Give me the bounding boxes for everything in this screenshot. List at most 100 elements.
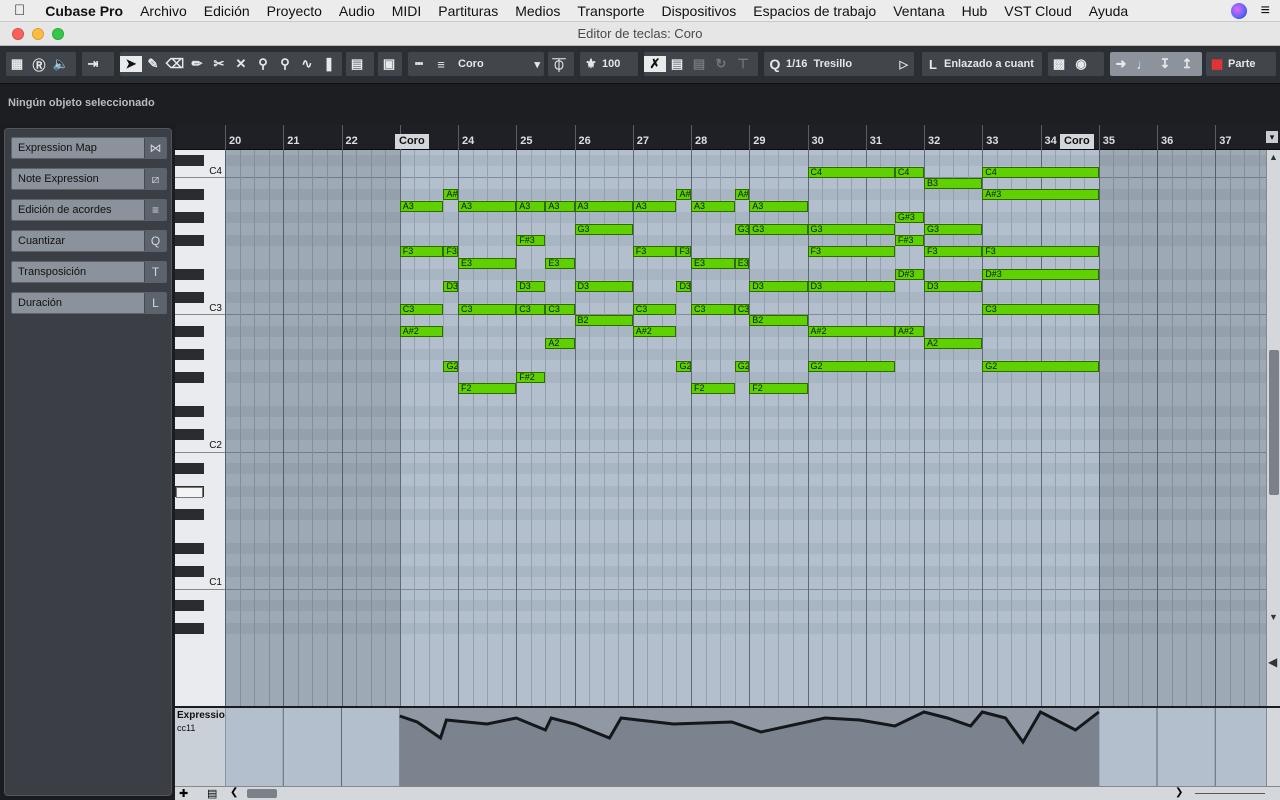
menu-audio[interactable]: Audio xyxy=(339,3,375,19)
scroll-left-icon[interactable]: ❮ xyxy=(230,787,238,798)
controller-lane-header[interactable]: Expressio cc11 xyxy=(175,708,225,786)
midi-note[interactable]: B3 xyxy=(924,177,983,189)
midi-note[interactable]: F2 xyxy=(458,383,517,395)
quantize-section[interactable]: Cuantizar Q xyxy=(11,230,167,252)
close-window-button[interactable] xyxy=(12,28,24,40)
midi-note[interactable]: A#3 xyxy=(734,189,750,201)
midi-note[interactable]: B2 xyxy=(574,314,633,326)
midi-note[interactable]: A3 xyxy=(574,200,633,212)
midi-note[interactable]: G3 xyxy=(807,223,895,235)
midi-note[interactable]: F3 xyxy=(982,246,1099,258)
midi-note[interactable]: G2 xyxy=(734,360,750,372)
midi-note[interactable]: A#3 xyxy=(982,189,1099,201)
trim-tool-icon[interactable]: ✏ xyxy=(186,56,208,72)
nudge-up-icon[interactable]: ↥ xyxy=(1176,56,1198,72)
menu-vst-cloud[interactable]: VST Cloud xyxy=(1004,3,1071,19)
apple-menu-icon[interactable]:  xyxy=(14,2,25,19)
midi-note[interactable]: D3 xyxy=(924,280,983,292)
black-key[interactable] xyxy=(175,462,204,474)
solo-editor-icon[interactable]: Ⓡ xyxy=(28,55,50,74)
note-icon[interactable]: ♩ xyxy=(1132,57,1154,72)
lane-presets-icon[interactable]: ▤ xyxy=(207,787,217,800)
draw-tool-icon[interactable]: ✎ xyxy=(142,56,164,72)
midi-note[interactable]: F#3 xyxy=(516,235,546,247)
midi-note[interactable]: A#2 xyxy=(807,326,895,338)
black-key[interactable] xyxy=(175,154,204,166)
part-dropdown-icon[interactable]: ▾ xyxy=(534,58,540,71)
marker-coro-end[interactable]: Coro xyxy=(1060,134,1094,149)
midi-note[interactable]: A#2 xyxy=(399,326,444,338)
menu-ayuda[interactable]: Ayuda xyxy=(1089,3,1128,19)
midi-note[interactable]: C3 xyxy=(458,303,517,315)
midi-note[interactable]: A#2 xyxy=(894,326,924,338)
marker-coro-start[interactable]: Coro xyxy=(395,134,429,149)
quantize-button[interactable]: Q xyxy=(764,56,786,72)
midi-note[interactable]: D#3 xyxy=(982,269,1099,281)
midi-note[interactable]: F#2 xyxy=(516,372,546,384)
quantize-apply-icon[interactable]: ▷ xyxy=(900,58,908,71)
black-key[interactable] xyxy=(175,542,204,554)
snap-type-icon[interactable]: ⊤ xyxy=(732,56,754,72)
midi-note[interactable]: G3 xyxy=(574,223,633,235)
midi-note[interactable]: A#3 xyxy=(443,189,458,201)
midi-note[interactable]: E3 xyxy=(545,257,575,269)
line-tool-icon[interactable]: ∿ xyxy=(296,56,318,72)
add-lane-icon[interactable]: ✚ xyxy=(179,787,188,800)
part-selector[interactable]: Coro xyxy=(458,58,534,70)
black-key[interactable] xyxy=(175,291,204,303)
midi-note[interactable]: E3 xyxy=(734,257,750,269)
horizontal-zoom-slider[interactable] xyxy=(1195,793,1265,794)
midi-note[interactable]: C3 xyxy=(545,303,575,315)
menu-midi[interactable]: MIDI xyxy=(392,3,422,19)
control-center-icon[interactable]: ≡ xyxy=(1261,2,1270,20)
black-key[interactable] xyxy=(175,508,204,520)
piano-keyboard[interactable]: C4 C3 C2 C1 xyxy=(175,150,225,706)
chord-editing-section[interactable]: Edición de acordes ≡ xyxy=(11,199,167,221)
midi-note[interactable]: F3 xyxy=(632,246,677,258)
black-key[interactable] xyxy=(175,325,204,337)
midi-note[interactable]: C3 xyxy=(632,303,677,315)
midi-note[interactable]: A3 xyxy=(458,200,517,212)
midi-note[interactable]: D3 xyxy=(676,280,691,292)
black-key[interactable] xyxy=(175,211,204,223)
black-key[interactable] xyxy=(175,268,204,280)
midi-note[interactable]: G2 xyxy=(982,360,1099,372)
quantize-preset-selector[interactable]: 1/16 Tresillo xyxy=(786,58,900,70)
glue-tool-icon[interactable]: ⚲ xyxy=(252,56,274,72)
snap-grid-icon[interactable]: ▤ xyxy=(666,56,688,72)
midi-note[interactable]: A3 xyxy=(632,200,677,212)
horizontal-scroll-thumb[interactable] xyxy=(247,789,277,798)
midi-note[interactable]: D3 xyxy=(807,280,895,292)
midi-note[interactable]: C3 xyxy=(691,303,735,315)
midi-note[interactable]: F2 xyxy=(749,383,808,395)
drumstick-tool-icon[interactable]: ❚ xyxy=(318,56,340,72)
menu-proyecto[interactable]: Proyecto xyxy=(267,3,322,19)
midi-note[interactable]: C4 xyxy=(894,166,924,178)
vertical-scrollbar[interactable]: ▲ ▼ ◀ xyxy=(1266,150,1280,706)
midi-note[interactable]: G3 xyxy=(749,223,808,235)
midi-note[interactable]: C3 xyxy=(399,303,444,315)
split-tool-icon[interactable]: ✂ xyxy=(208,56,230,72)
controller-lane[interactable] xyxy=(175,708,1266,786)
transpose-section[interactable]: Transposición T xyxy=(11,261,167,283)
note-display[interactable]: C4C4C4B3A#3A#3A#3A#3A3A3A3A3A3A3A3A3G#3G… xyxy=(225,150,1266,706)
object-selection-tool-icon[interactable]: ➤ xyxy=(120,56,142,72)
part-list-icon[interactable]: ≡ xyxy=(430,57,452,72)
minimize-window-button[interactable] xyxy=(32,28,44,40)
midi-note[interactable]: F3 xyxy=(807,246,895,258)
midi-note[interactable]: A#3 xyxy=(676,189,691,201)
length-quantize-selector[interactable]: Enlazado a cuant xyxy=(944,58,1042,70)
midi-note[interactable]: D3 xyxy=(443,280,458,292)
midi-note[interactable]: G3 xyxy=(924,223,983,235)
midi-note[interactable]: F2 xyxy=(691,383,735,395)
midi-note[interactable]: D3 xyxy=(574,280,633,292)
midi-note[interactable]: D3 xyxy=(516,280,546,292)
siri-icon[interactable] xyxy=(1230,3,1247,19)
inspector-toggle-icon[interactable]: ▦ xyxy=(6,56,28,72)
edit-active-part-icon[interactable]: ┅ xyxy=(408,56,430,72)
midi-note[interactable]: G2 xyxy=(443,360,458,372)
midi-note[interactable]: F3 xyxy=(443,246,458,258)
midi-note[interactable]: G2 xyxy=(676,360,691,372)
midi-note[interactable]: D3 xyxy=(749,280,808,292)
snap-off-icon[interactable]: ✗ xyxy=(644,56,666,72)
